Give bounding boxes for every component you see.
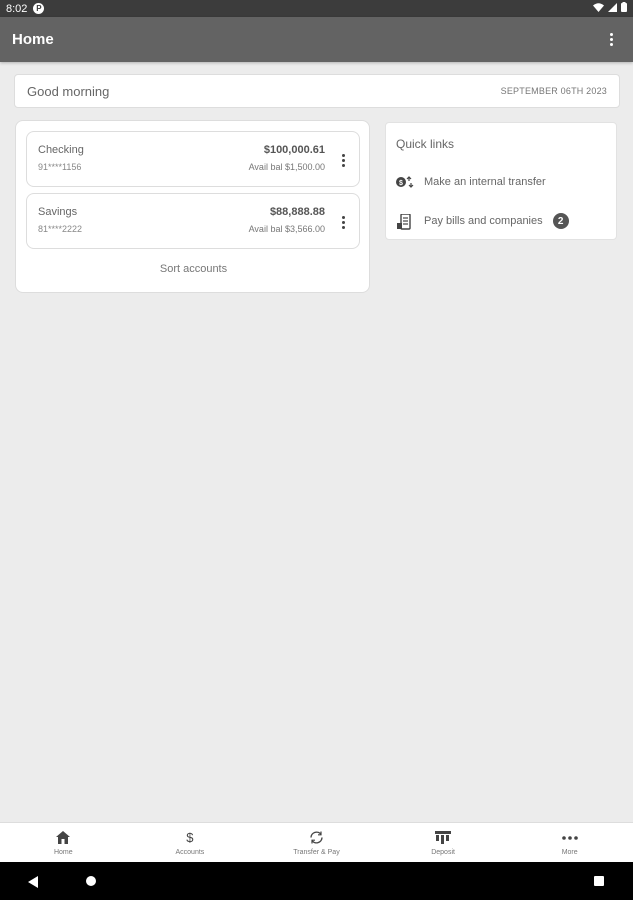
transfer-icon: $ xyxy=(396,175,414,189)
home-icon xyxy=(55,830,71,846)
accounts-card: Checking 91****1156 $100,000.61 Avail ba… xyxy=(15,120,370,293)
wifi-icon xyxy=(593,2,604,15)
account-balance: $88,888.88 xyxy=(269,206,325,218)
account-savings[interactable]: Savings 81****2222 $88,888.88 Avail bal … xyxy=(26,193,360,249)
svg-text:$: $ xyxy=(399,180,403,187)
nav-item-deposit[interactable]: Deposit xyxy=(380,823,507,862)
account-name: Checking xyxy=(38,144,84,156)
nav-item-home[interactable]: Home xyxy=(0,823,127,862)
nav-item-transfer-pay[interactable]: Transfer & Pay xyxy=(253,823,380,862)
nav-item-more[interactable]: More xyxy=(506,823,633,862)
quick-link-label: Make an internal transfer xyxy=(424,176,546,188)
overflow-menu-icon[interactable] xyxy=(601,30,621,50)
deposit-icon xyxy=(435,830,452,846)
dollar-icon: $ xyxy=(186,830,194,845)
nav-label: Deposit xyxy=(431,848,455,856)
transfer-pay-icon xyxy=(308,830,324,846)
quick-link-label: Pay bills and companies xyxy=(424,215,543,227)
app-bar: Home xyxy=(0,17,633,62)
account-available-balance: Avail bal $1,500.00 xyxy=(248,162,325,172)
account-name: Savings xyxy=(38,206,78,218)
account-available-balance: Avail bal $3,566.00 xyxy=(248,224,325,234)
page-title: Home xyxy=(12,31,54,48)
recents-icon[interactable] xyxy=(594,876,604,886)
system-nav-bar xyxy=(0,862,633,900)
bottom-nav: Home $ Accounts Transfer & Pay Deposit M… xyxy=(0,822,633,862)
account-number: 91****1156 xyxy=(38,162,82,172)
more-icon xyxy=(561,830,578,846)
status-time: 8:02 xyxy=(6,2,28,15)
home-button-icon[interactable] xyxy=(86,876,96,886)
status-bar: 8:02 P xyxy=(0,0,633,17)
nav-label: More xyxy=(561,848,578,856)
back-icon[interactable] xyxy=(28,875,38,893)
account-more-icon[interactable] xyxy=(339,152,347,168)
sort-accounts-button[interactable]: Sort accounts xyxy=(16,263,371,275)
quick-link-internal-transfer[interactable]: $ Make an internal transfer xyxy=(396,175,546,189)
notification-badge: 2 xyxy=(552,213,569,229)
greeting-banner: Good morning SEPTEMBER 06TH 2023 xyxy=(14,74,620,108)
nav-item-accounts[interactable]: $ Accounts xyxy=(127,823,254,862)
quick-links-card: Quick links $ Make an internal transfer … xyxy=(385,122,617,240)
signal-icon xyxy=(608,2,617,15)
account-balance: $100,000.61 xyxy=(263,144,325,156)
battery-icon xyxy=(621,2,627,15)
notification-icon: P xyxy=(33,3,45,14)
greeting-date: SEPTEMBER 06TH 2023 xyxy=(500,86,607,96)
account-checking[interactable]: Checking 91****1156 $100,000.61 Avail ba… xyxy=(26,131,360,187)
greeting-text: Good morning xyxy=(27,83,110,99)
account-more-icon[interactable] xyxy=(339,214,347,230)
nav-label: Accounts xyxy=(175,848,205,856)
bill-icon xyxy=(396,213,414,230)
nav-label: Home xyxy=(53,848,73,856)
quick-links-title: Quick links xyxy=(396,137,455,151)
status-icons xyxy=(593,2,627,15)
account-number: 81****2222 xyxy=(38,224,83,234)
quick-link-pay-bills[interactable]: Pay bills and companies 2 xyxy=(396,213,569,230)
nav-label: Transfer & Pay xyxy=(293,848,340,856)
